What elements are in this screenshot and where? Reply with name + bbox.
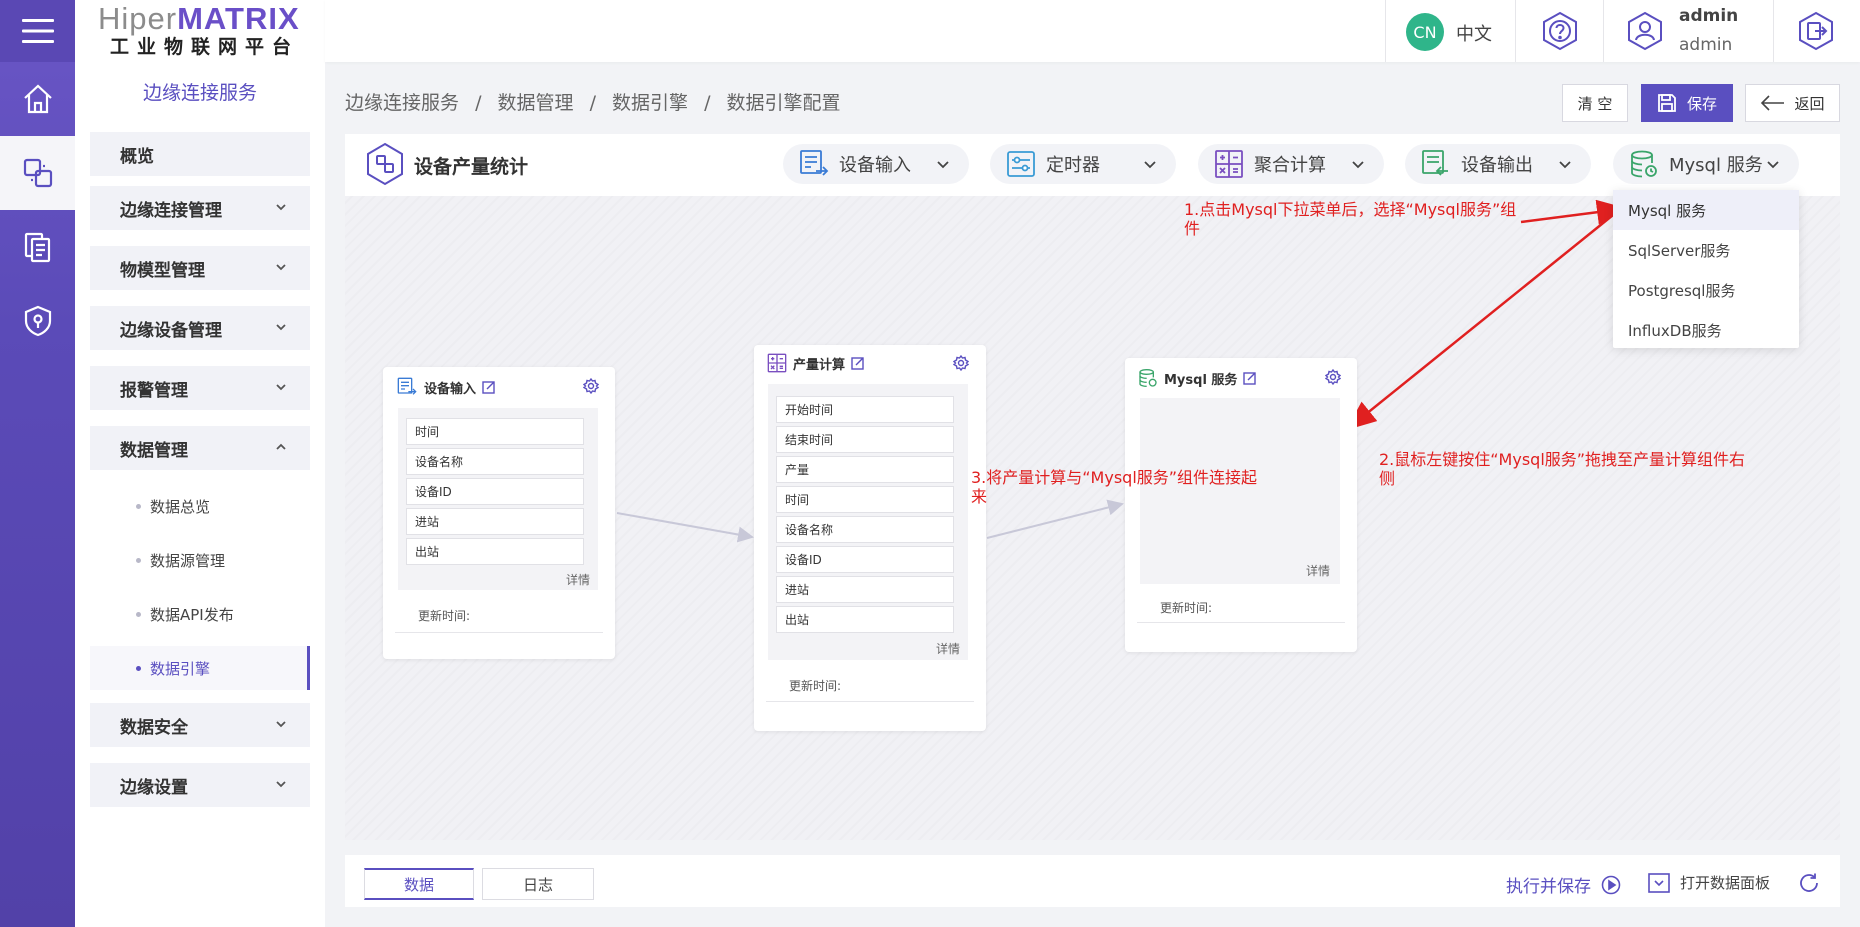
open-data-panel-button[interactable]: 打开数据面板 (1648, 872, 1770, 893)
annotation-arrow-step2 (1346, 210, 1619, 431)
node-field: 出站 (406, 538, 584, 565)
node-field: 设备ID (776, 546, 954, 573)
node-field: 出站 (776, 606, 954, 633)
connector-calc-to-mysql (986, 499, 1124, 539)
node-field: 结束时间 (776, 426, 954, 453)
dropdown-option-mysql[interactable]: Mysql 服务 (1613, 190, 1799, 230)
run-and-save-button[interactable]: 执行并保存 (1506, 872, 1621, 897)
node-header: 产量计算 (767, 353, 865, 373)
node-fields-area: 时间 设备名称 设备ID 进站 出站 详情 (398, 408, 598, 590)
refresh-icon[interactable] (1798, 872, 1820, 894)
node-field: 时间 (776, 486, 954, 513)
database-icon (1139, 369, 1157, 387)
run-and-save-label: 执行并保存 (1506, 877, 1591, 897)
calculator-icon (767, 353, 787, 373)
dropdown-option-postgresql[interactable]: Postgresql服务 (1613, 270, 1799, 310)
edit-icon[interactable] (851, 356, 865, 370)
open-data-panel-label: 打开数据面板 (1680, 874, 1771, 892)
node-updated-time: 更新时间: (418, 609, 471, 623)
node-field: 开始时间 (776, 396, 954, 423)
node-detail-link[interactable]: 详情 (566, 571, 590, 588)
annotation-line: 来 (971, 487, 988, 506)
dropdown-option-sqlserver[interactable]: SqlServer服务 (1613, 230, 1799, 270)
tab-log[interactable]: 日志 (482, 868, 594, 900)
annotation-line: 侧 (1379, 469, 1396, 488)
annotation-step1: 1.点击Mysql下拉菜单后，选择“Mysql服务”组 件 (1184, 200, 1516, 238)
mysql-dropdown-menu: Mysql 服务 SqlServer服务 Postgresql服务 Influx… (1613, 190, 1799, 348)
device-input-icon (397, 377, 417, 395)
node-settings-icon[interactable] (953, 355, 969, 371)
annotation-line: 2.鼠标左键按住“Mysql服务”拖拽至产量计算组件右 (1379, 450, 1746, 469)
node-title: 产量计算 (793, 357, 846, 373)
node-updated-time: 更新时间: (789, 679, 842, 693)
annotation-line: 3.将产量计算与“Mysql服务”组件连接起 (971, 468, 1258, 487)
panel-icon (1648, 872, 1670, 893)
node-title: Mysql 服务 (1164, 372, 1238, 388)
node-detail-link[interactable]: 详情 (936, 640, 960, 657)
node-field: 设备名称 (776, 516, 954, 543)
node-field: 进站 (776, 576, 954, 603)
tab-data[interactable]: 数据 (364, 868, 474, 900)
edit-icon[interactable] (482, 380, 496, 394)
node-field: 设备ID (406, 478, 584, 505)
node-field: 设备名称 (406, 448, 584, 475)
node-header: 设备输入 (396, 377, 496, 397)
connector-input-to-calc (616, 512, 754, 543)
play-icon (1601, 875, 1621, 894)
annotation-line: 1.点击Mysql下拉菜单后，选择“Mysql服务”组 (1184, 200, 1517, 219)
node-field: 产量 (776, 456, 954, 483)
node-settings-icon[interactable] (583, 378, 599, 394)
node-header: Mysql 服务 (1138, 367, 1257, 389)
node-divider (1137, 622, 1345, 623)
node-fields-area: 开始时间 结束时间 产量 时间 设备名称 设备ID 进站 出站 详情 (768, 384, 968, 660)
node-field: 时间 (406, 418, 584, 445)
annotation-step3: 3.将产量计算与“Mysql服务”组件连接起 来 (971, 468, 1257, 506)
dropdown-option-influxdb[interactable]: InfluxDB服务 (1613, 310, 1799, 350)
annotation-line: 件 (1184, 219, 1201, 238)
node-updated-time: 更新时间: (1160, 601, 1213, 615)
node-field: 进站 (406, 508, 584, 535)
node-divider (766, 701, 974, 702)
edit-icon[interactable] (1243, 371, 1257, 385)
node-detail-link[interactable]: 详情 (1306, 562, 1330, 579)
node-divider (395, 632, 603, 633)
node-settings-icon[interactable] (1325, 369, 1341, 385)
node-title: 设备输入 (424, 381, 477, 397)
annotation-step2: 2.鼠标左键按住“Mysql服务”拖拽至产量计算组件右 侧 (1379, 450, 1745, 488)
